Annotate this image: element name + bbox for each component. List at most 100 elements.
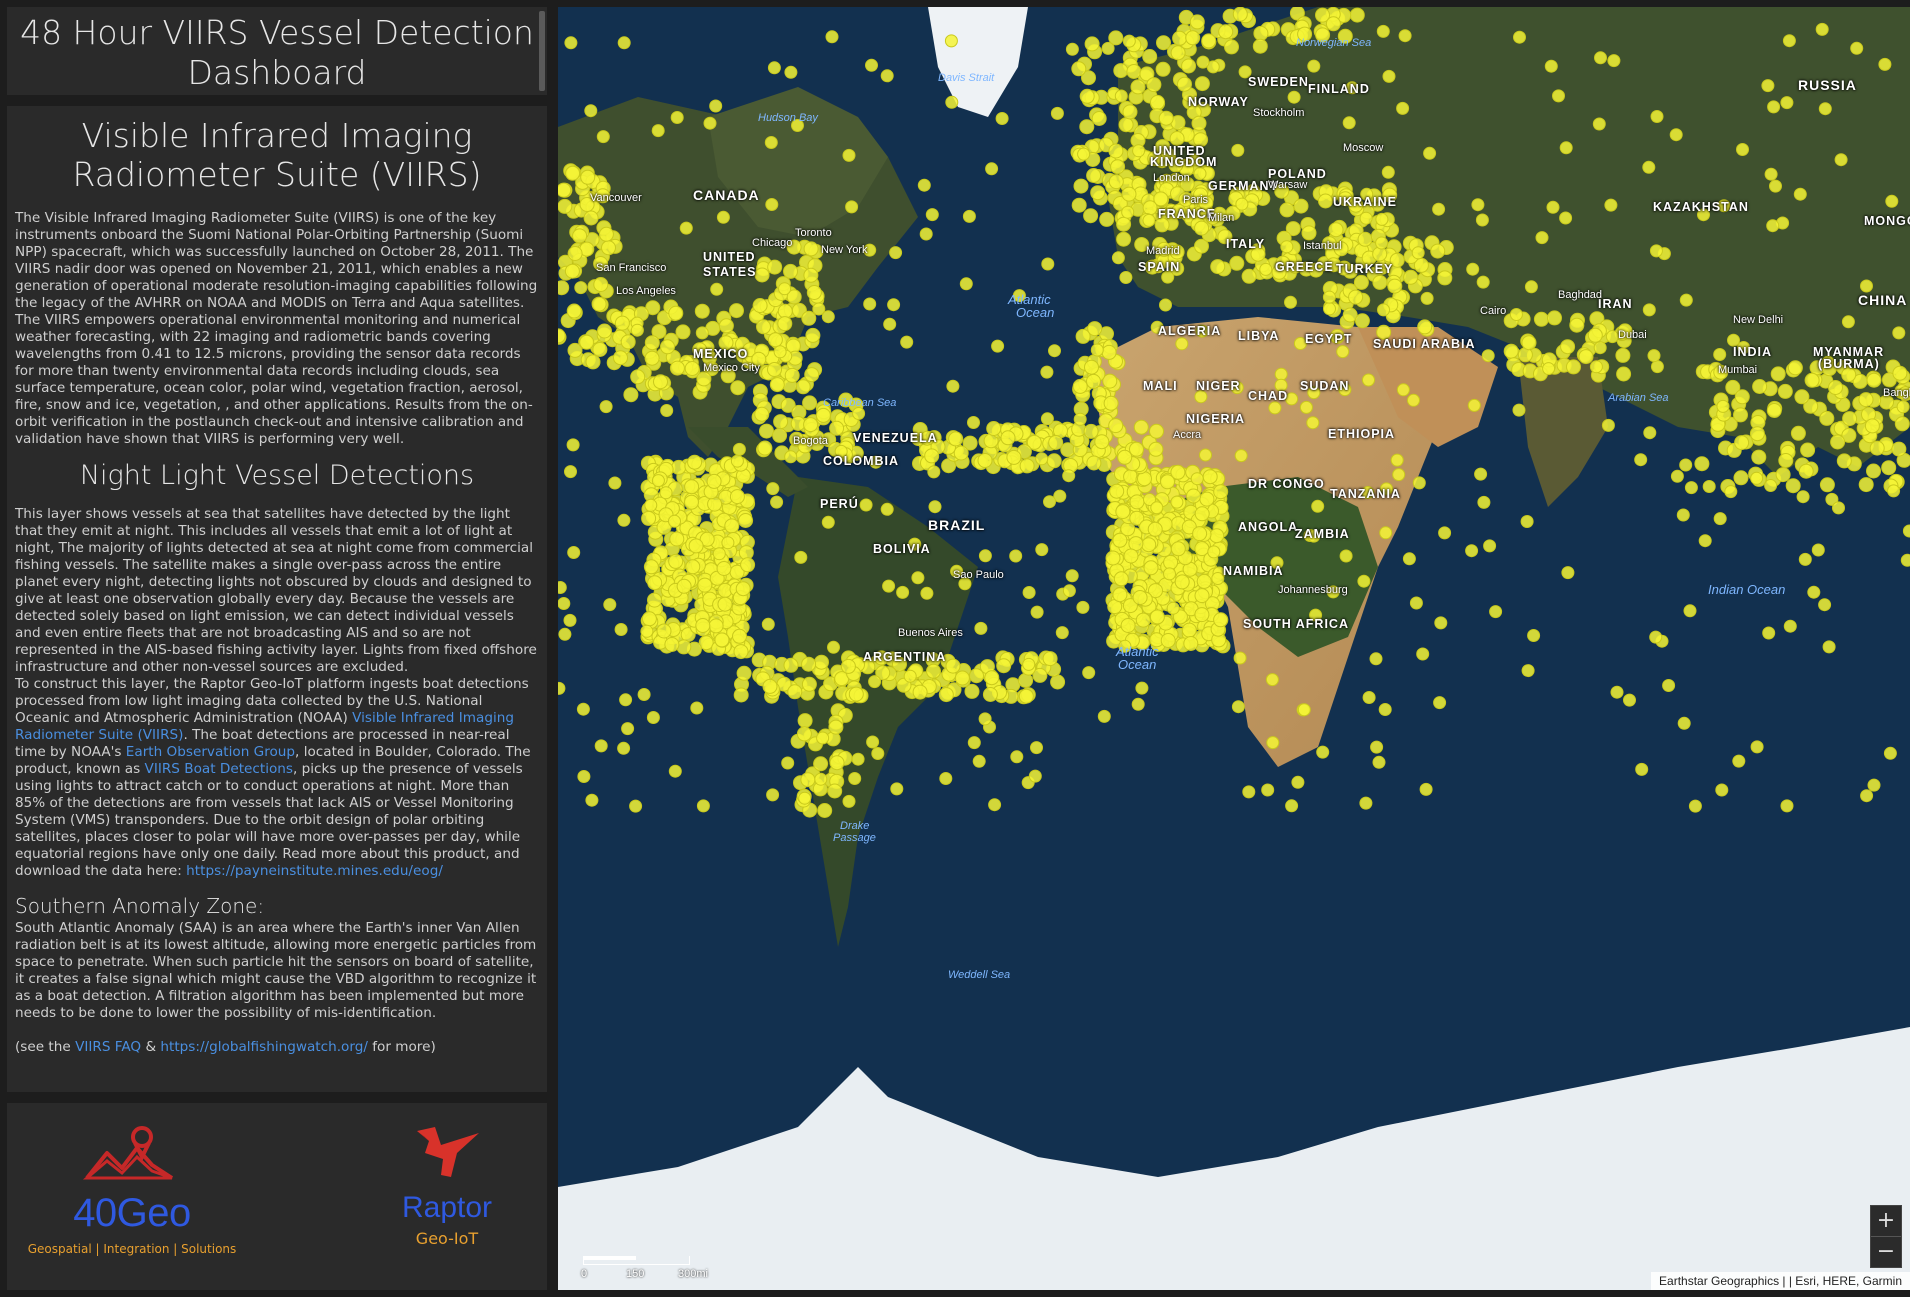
vessel-detection-dot[interactable]: [1764, 479, 1778, 492]
vessel-detection-dot[interactable]: [1048, 435, 1064, 450]
vessel-detection-dot[interactable]: [1116, 231, 1132, 247]
vessel-detection-dot[interactable]: [558, 198, 573, 214]
vessel-detection-dot[interactable]: [1864, 418, 1880, 434]
vessel-detection-dot[interactable]: [1112, 532, 1128, 548]
vessel-detection-dot[interactable]: [1804, 372, 1820, 388]
vessel-detection-dot[interactable]: [840, 658, 856, 674]
vessel-detection-dot[interactable]: [1146, 77, 1162, 93]
vessel-detection-dot[interactable]: [1433, 696, 1447, 710]
vessel-detection-dot[interactable]: [1379, 526, 1393, 540]
vessel-detection-dot[interactable]: [842, 148, 856, 162]
vessel-detection-dot[interactable]: [668, 514, 681, 528]
vessel-detection-dot[interactable]: [814, 772, 828, 786]
vessel-detection-dot[interactable]: [1261, 783, 1275, 797]
vessel-detection-dot[interactable]: [594, 739, 608, 753]
vessel-detection-dot[interactable]: [1183, 636, 1199, 651]
vessel-detection-dot[interactable]: [1650, 360, 1664, 374]
vessel-detection-dot[interactable]: [1733, 407, 1748, 423]
vessel-detection-dot[interactable]: [1202, 469, 1218, 485]
vessel-detection-dot[interactable]: [1181, 58, 1197, 74]
vessel-detection-dot[interactable]: [1850, 41, 1864, 55]
vessel-detection-dot[interactable]: [576, 702, 590, 716]
vessel-detection-dot[interactable]: [1750, 740, 1764, 754]
vessel-detection-dot[interactable]: [668, 305, 684, 321]
vessel-detection-dot[interactable]: [1509, 308, 1523, 321]
vessel-detection-dot[interactable]: [1869, 440, 1885, 456]
vessel-detection-dot[interactable]: [1135, 612, 1151, 628]
vessel-detection-dot[interactable]: [1650, 110, 1664, 123]
vessel-detection-dot[interactable]: [1190, 472, 1204, 486]
vessel-detection-dot[interactable]: [1285, 799, 1299, 813]
vessel-detection-dot[interactable]: [596, 130, 610, 144]
vessel-detection-dot[interactable]: [1604, 198, 1618, 212]
vessel-detection-dot[interactable]: [1670, 469, 1684, 483]
vessel-detection-dot[interactable]: [863, 297, 877, 311]
vessel-detection-dot[interactable]: [783, 263, 798, 279]
vessel-detection-dot[interactable]: [1135, 681, 1149, 695]
vessel-detection-dot[interactable]: [1336, 345, 1350, 359]
vessel-detection-dot[interactable]: [756, 319, 771, 335]
vessel-detection-dot[interactable]: [829, 420, 845, 436]
vessel-detection-dot[interactable]: [1378, 703, 1392, 716]
vessel-detection-dot[interactable]: [1129, 494, 1145, 510]
vessel-detection-dot[interactable]: [1800, 442, 1816, 458]
vessel-detection-dot[interactable]: [1170, 541, 1186, 557]
vessel-detection-dot[interactable]: [1552, 89, 1565, 103]
vessel-detection-dot[interactable]: [1274, 367, 1288, 381]
vessel-detection-dot[interactable]: [1073, 178, 1089, 194]
vessel-detection-dot[interactable]: [1000, 430, 1016, 446]
vessel-detection-dot[interactable]: [767, 259, 783, 275]
vessel-detection-dot[interactable]: [1417, 319, 1433, 335]
vessel-detection-dot[interactable]: [706, 473, 722, 489]
vessel-detection-dot[interactable]: [566, 303, 582, 319]
vessel-detection-dot[interactable]: [1091, 111, 1107, 126]
vessel-detection-dot[interactable]: [1883, 746, 1897, 760]
vessel-detection-dot[interactable]: [1512, 403, 1526, 417]
vessel-detection-dot[interactable]: [646, 711, 660, 724]
vessel-detection-dot[interactable]: [716, 561, 732, 576]
vessel-detection-dot[interactable]: [1767, 100, 1781, 114]
vessel-detection-dot[interactable]: [1265, 673, 1279, 687]
vessel-detection-dot[interactable]: [670, 111, 684, 124]
vessel-detection-dot[interactable]: [1724, 485, 1738, 499]
vessel-detection-dot[interactable]: [687, 454, 703, 470]
vessel-detection-dot[interactable]: [1566, 359, 1581, 375]
vessel-detection-dot[interactable]: [617, 741, 631, 755]
vessel-detection-dot[interactable]: [1716, 399, 1730, 413]
vessel-detection-dot[interactable]: [1642, 160, 1656, 174]
vessel-detection-dot[interactable]: [1785, 478, 1801, 494]
vessel-detection-dot[interactable]: [1342, 116, 1356, 130]
vessel-detection-dot[interactable]: [1896, 400, 1910, 414]
vessel-detection-dot[interactable]: [1900, 553, 1910, 567]
vessel-detection-dot[interactable]: [696, 371, 712, 387]
vessel-detection-dot[interactable]: [1769, 179, 1782, 193]
vessel-detection-dot[interactable]: [695, 326, 709, 340]
vessel-detection-dot[interactable]: [710, 282, 724, 296]
vessel-detection-dot[interactable]: [1362, 691, 1376, 704]
vessel-detection-dot[interactable]: [883, 317, 897, 331]
vessel-detection-dot[interactable]: [967, 416, 980, 429]
vessel-detection-dot[interactable]: [1141, 537, 1157, 553]
vessel-detection-dot[interactable]: [919, 227, 933, 241]
vessel-detection-dot[interactable]: [887, 298, 901, 312]
vessel-detection-dot[interactable]: [1172, 30, 1188, 46]
vessel-detection-dot[interactable]: [880, 502, 894, 516]
vessel-detection-dot[interactable]: [1211, 572, 1225, 585]
vessel-detection-dot[interactable]: [1328, 222, 1344, 238]
vessel-detection-dot[interactable]: [962, 209, 976, 223]
vessel-detection-dot[interactable]: [688, 538, 704, 554]
vessel-detection-dot[interactable]: [712, 547, 726, 561]
vessel-detection-dot[interactable]: [767, 332, 783, 348]
vessel-detection-dot[interactable]: [1434, 616, 1448, 630]
vessel-detection-dot[interactable]: [564, 465, 577, 479]
vessel-detection-dot[interactable]: [641, 611, 657, 627]
vessel-detection-dot[interactable]: [948, 431, 964, 447]
vessel-detection-dot[interactable]: [866, 735, 880, 749]
vessel-detection-dot[interactable]: [1207, 545, 1221, 559]
vessel-detection-dot[interactable]: [1834, 153, 1848, 167]
vessel-detection-dot[interactable]: [1156, 35, 1171, 51]
vessel-detection-dot[interactable]: [1811, 543, 1825, 557]
vessel-detection-dot[interactable]: [567, 546, 581, 559]
vessel-detection-dot[interactable]: [1231, 143, 1245, 157]
vessel-detection-dot[interactable]: [1279, 202, 1295, 218]
